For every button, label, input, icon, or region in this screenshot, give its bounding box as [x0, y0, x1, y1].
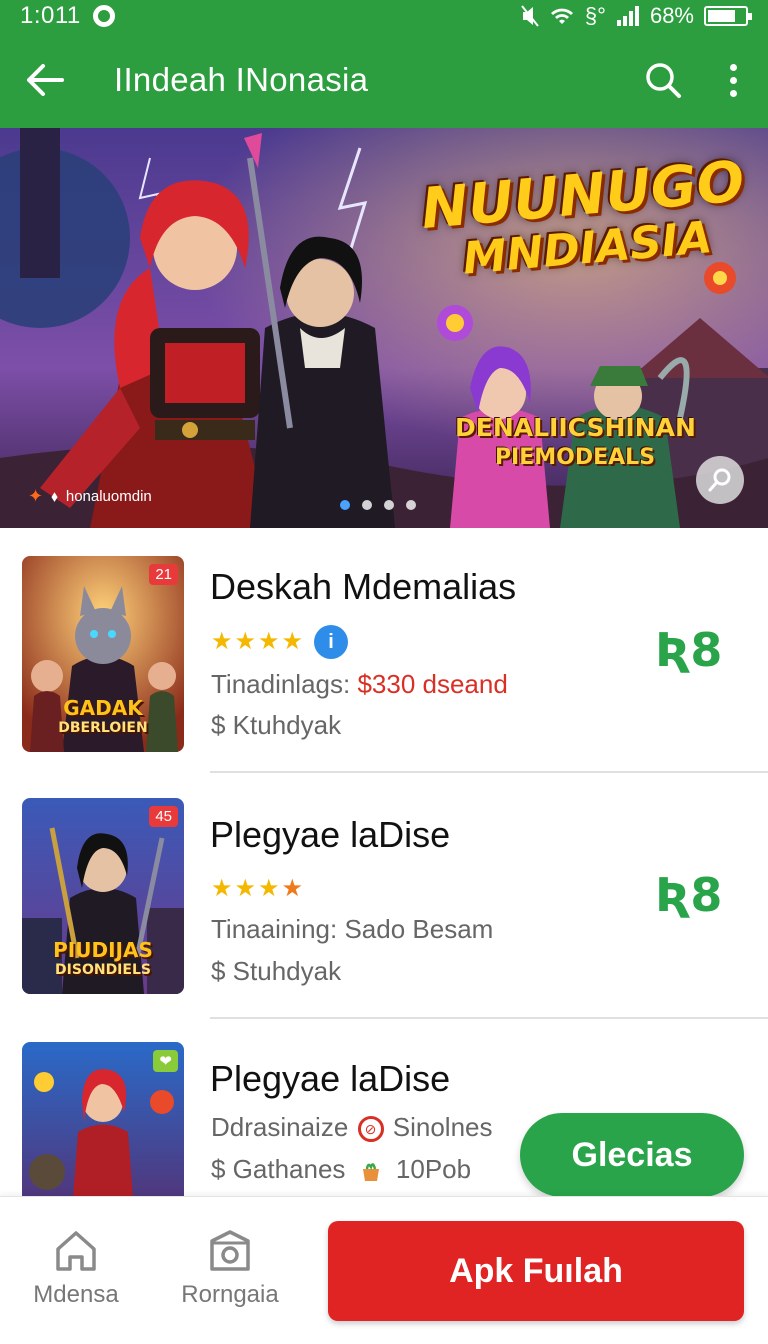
brand-name: honaluomdin [65, 488, 152, 505]
magnify-icon [708, 468, 731, 492]
app-bar-actions [628, 32, 768, 128]
star-rating: ★ ★ ★ ★ [211, 874, 303, 903]
nav-home-label: Mdensa [33, 1281, 119, 1308]
thumbnail-badge: 45 [149, 806, 178, 827]
game-title[interactable]: Plegyae laDise [210, 1058, 450, 1100]
mute-icon [521, 5, 539, 27]
game-thumbnail[interactable]: 21 GADAK DBERLOIEN [22, 556, 184, 752]
banner-brand: ✦ ⬧ honaluomdin [28, 486, 152, 507]
thumbnail-caption: GADAK DBERLOIEN [58, 696, 148, 736]
thumbnail-badge: 21 [149, 564, 178, 585]
star-icon: ★ [234, 628, 257, 655]
carousel-indicator[interactable] [340, 500, 416, 510]
star-icon: ★ [211, 875, 233, 902]
banner-subtitle: DENALIICSHINAN PIEMODEALS [455, 413, 696, 473]
banner-subtitle-line1: DENALIICSHINAN [455, 413, 696, 442]
game-meta-line1: Tinaaining: Sado Besam [211, 914, 494, 944]
star-icon: ★ [234, 875, 257, 902]
battery-icon [704, 6, 752, 26]
game-thumbnail[interactable]: 45 PIUDIJAS DISONDIELS [22, 798, 184, 994]
game-meta-line2: $ Stuhdyak [211, 956, 342, 986]
brand-logo-icon: ⬧ [51, 488, 58, 505]
brand-sparkle-icon: ✦ [28, 486, 44, 506]
star-icon: ★ [281, 628, 304, 655]
wifi-icon [550, 8, 573, 24]
apk-download-button[interactable]: Apk Fuılah [328, 1221, 744, 1321]
more-options-button[interactable] [698, 32, 768, 128]
nav-second[interactable]: Rorngaia [160, 1197, 300, 1337]
game-score: Ʀ8 [655, 623, 723, 677]
more-vert-icon [729, 63, 737, 97]
promo-banner[interactable]: NUUNUGO MNDIASIA DENALIICSHINAN PIEMODEA… [0, 128, 768, 528]
search-icon [646, 63, 681, 98]
thumbnail-badge: ❤ [153, 1050, 178, 1072]
back-arrow-icon [27, 64, 64, 96]
carousel-dot-1[interactable] [340, 500, 350, 510]
basket-icon [362, 1163, 379, 1182]
game-score: Ʀ8 [655, 868, 723, 922]
game-meta-line2: $ Ktuhdyak [211, 710, 342, 740]
status-time: 1:011 [20, 2, 81, 29]
info-icon[interactable]: i [314, 625, 348, 659]
glecias-button[interactable]: Glecias [520, 1113, 744, 1197]
banner-zoom-button[interactable] [696, 456, 744, 504]
battery-percent: 68% [649, 3, 694, 28]
back-button[interactable] [0, 32, 90, 128]
star-icon: ★ [281, 875, 304, 902]
home-icon [56, 1231, 96, 1271]
star-icon: ★ [211, 628, 233, 655]
signal-text: §° [584, 3, 606, 28]
star-icon: ★ [258, 875, 280, 902]
blocked-icon: ⊘ [357, 1116, 384, 1143]
signal-icon [616, 6, 639, 26]
star-rating: ★ ★ ★ ★ [211, 627, 303, 656]
nav-second-label: Rorngaia [181, 1281, 279, 1308]
game-meta-line2: $ Gathanes 10Pob [211, 1154, 472, 1184]
store-icon [210, 1230, 250, 1271]
banner-subtitle-line2: PIEMODEALS [494, 445, 656, 470]
status-bar: 1:011 §° 68% [0, 0, 768, 32]
game-title[interactable]: Plegyae laDise [210, 814, 450, 856]
list-item[interactable]: 45 PIUDIJAS DISONDIELS Plegyae laDise ★ ★… [0, 774, 768, 1020]
search-button[interactable] [628, 32, 698, 128]
bottom-nav: Mdensa Rorngaia Apk Fuılah [0, 1196, 768, 1344]
status-icons: §° 68% [521, 3, 752, 29]
notification-icon [92, 5, 115, 27]
page-title: IIndeah INonasia [114, 61, 369, 98]
carousel-dot-4[interactable] [406, 500, 416, 510]
nav-home[interactable]: Mdensa [6, 1197, 146, 1337]
carousel-dot-2[interactable] [362, 500, 372, 510]
thumbnail-caption: PIUDIJAS DISONDIELS [53, 938, 153, 978]
carousel-dot-3[interactable] [384, 500, 394, 510]
divider [210, 771, 768, 773]
game-meta-line1: Ddrasinaize ⊘ Sinolnes [211, 1112, 493, 1143]
app-bar: IIndeah INonasia [0, 32, 768, 128]
game-title[interactable]: Deskah Mdemalias [210, 566, 516, 608]
list-item[interactable]: 21 GADAK DBERLOIEN Deskah Mdemalias ★ ★ ★ ★… [0, 528, 768, 774]
divider [210, 1017, 768, 1019]
game-meta-line1: Tinadinlags: $330 dseand [211, 669, 508, 699]
star-icon: ★ [258, 628, 280, 655]
